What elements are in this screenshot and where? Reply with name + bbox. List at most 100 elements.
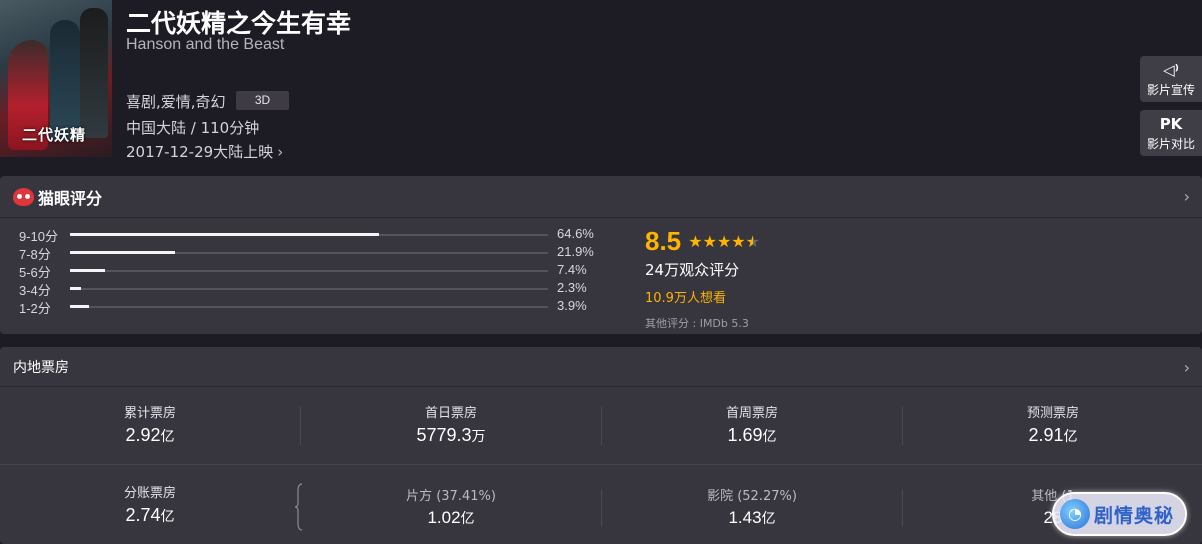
rating-bar-fill — [70, 251, 175, 254]
movie-genres: 喜剧,爱情,奇幻 — [126, 93, 226, 111]
box-office-header[interactable]: 内地票房 › — [0, 347, 1202, 387]
rating-row: 9-10分 64.6% — [19, 226, 619, 244]
rating-card-header[interactable]: 猫眼评分 › — [0, 176, 1202, 218]
stat-unit: 亿 — [160, 428, 175, 444]
movie-english-title: Hanson and the Beast — [126, 36, 285, 53]
watermark-badge: ◔ 剧情奥秘 — [1052, 492, 1187, 536]
score-value: 8.5 — [645, 226, 682, 256]
release-date-text: 2017-12-29大陆上映 — [126, 143, 274, 161]
stat-unit: 亿 — [460, 510, 475, 526]
rating-bar-fill — [70, 269, 106, 272]
stat-cinema-share: 影院 (52.27%) 1.43亿 — [602, 485, 902, 528]
half-star-icon: ★ — [745, 232, 760, 251]
score-summary: 8.5 ★★★★★ 24万观众评分 10.9万人想看 其他评分 : IMDb 5… — [645, 226, 760, 331]
compare-button-label: 影片对比 — [1146, 137, 1195, 151]
stat-unit: 亿 — [160, 508, 175, 524]
movie-poster[interactable]: 二代妖精 — [0, 0, 112, 157]
stat-number: 1.43 — [728, 508, 762, 527]
other-rating: 其他评分 : IMDb 5.3 — [645, 317, 749, 330]
rating-row: 3-4分 2.3% — [19, 280, 619, 298]
rating-bar-fill — [70, 305, 89, 308]
rating-bar-fill — [70, 233, 379, 236]
rating-row-label: 9-10分 — [19, 229, 59, 244]
stat-value: 1.69亿 — [602, 425, 902, 446]
rating-bar-track — [70, 233, 548, 236]
star-icon: ★★★★ — [688, 232, 746, 251]
stat-unit: 亿 — [761, 510, 776, 526]
stat-split-box-office: 分账票房 2.74亿 — [0, 482, 300, 526]
rating-row-percent: 3.9% — [557, 298, 587, 313]
speaker-icon: ◁⁾ — [1163, 61, 1179, 79]
stat-value: 1.02亿 — [301, 508, 601, 528]
stat-first-week: 首周票房 1.69亿 — [602, 402, 902, 446]
stat-producer-share: 片方 (37.41%) 1.02亿 — [301, 485, 601, 528]
star-rating: ★★★★★ — [688, 232, 760, 251]
stat-label: 首周票房 — [725, 406, 778, 421]
compare-button[interactable]: PK 影片对比 — [1140, 110, 1202, 156]
rating-bar-track — [70, 269, 548, 272]
stat-value: 1.43亿 — [602, 508, 902, 528]
watermark-logo-icon: ◔ — [1060, 499, 1090, 529]
rating-row-percent: 2.3% — [557, 280, 587, 295]
rating-bar-track — [70, 287, 548, 290]
box-office-card: 内地票房 › 累计票房 2.92亿 首日票房 5779.3万 首周票房 1.69… — [0, 347, 1202, 544]
want-to-see-count: 10.9万人想看 — [645, 291, 726, 306]
rating-row: 1-2分 3.9% — [19, 298, 619, 316]
stat-unit: 万 — [471, 428, 486, 444]
promo-button-label: 影片宣传 — [1146, 83, 1195, 97]
rating-bar-track — [70, 251, 548, 254]
stat-total-box-office: 累计票房 2.92亿 — [0, 402, 300, 446]
stat-label: 累计票房 — [123, 406, 176, 421]
rating-row-percent: 64.6% — [557, 226, 594, 241]
stat-forecast: 预测票房 2.91亿 — [903, 402, 1202, 446]
rating-row: 7-8分 21.9% — [19, 244, 619, 262]
movie-region-duration: 中国大陆 / 110分钟 — [126, 119, 260, 137]
rating-row: 5-6分 7.4% — [19, 262, 619, 280]
poster-title-text: 二代妖精 — [22, 126, 87, 144]
chevron-right-icon: › — [1183, 358, 1190, 377]
stat-number: 1.02 — [427, 508, 461, 527]
poster-figure-man — [50, 20, 80, 140]
movie-release-link[interactable]: 2017-12-29大陆上映 › — [126, 141, 283, 162]
stat-value: 2.74亿 — [0, 505, 300, 526]
row-divider — [0, 464, 1202, 465]
stat-value: 2.91亿 — [903, 425, 1202, 446]
stat-value: 2.92亿 — [0, 425, 300, 446]
stat-unit: 亿 — [1063, 428, 1078, 444]
rating-row-label: 1-2分 — [19, 301, 51, 316]
stat-number: 2.74 — [125, 505, 161, 525]
stat-value: 5779.3万 — [301, 425, 601, 446]
rating-bar-track — [70, 305, 548, 308]
box-office-title: 内地票房 — [13, 359, 69, 376]
watermark-text: 剧情奥秘 — [1094, 504, 1175, 527]
format-badge-3d: 3D — [236, 91, 289, 110]
stat-label: 分账票房 — [123, 486, 176, 501]
stat-label: 预测票房 — [1026, 406, 1079, 421]
rating-row-percent: 21.9% — [557, 244, 594, 259]
pk-icon: PK — [1159, 115, 1183, 133]
rating-bar-fill — [70, 287, 81, 290]
stat-number: 2.92 — [125, 425, 161, 445]
rating-card-title: 猫眼评分 — [38, 188, 103, 208]
maoyan-cat-icon — [13, 187, 34, 206]
chevron-right-icon: › — [277, 143, 284, 161]
stat-number: 1.69 — [727, 425, 763, 445]
rating-distribution: 9-10分 64.6% 7-8分 21.9% 5-6分 7.4% 3-4分 2.… — [19, 226, 619, 316]
stat-label: 片方 (37.41%) — [406, 489, 496, 504]
rating-row-label: 7-8分 — [19, 247, 51, 262]
rating-row-label: 3-4分 — [19, 283, 51, 298]
voter-count: 24万观众评分 — [645, 261, 740, 279]
stat-number: 2.91 — [1028, 425, 1064, 445]
rating-row-percent: 7.4% — [557, 262, 587, 277]
rating-card: 猫眼评分 › 9-10分 64.6% 7-8分 21.9% 5-6分 7.4% … — [0, 176, 1202, 334]
stat-label: 首日票房 — [424, 406, 477, 421]
promo-button[interactable]: ◁⁾ 影片宣传 — [1140, 56, 1202, 102]
stat-number: 5779.3 — [416, 425, 472, 445]
chevron-right-icon: › — [1183, 187, 1190, 206]
stat-first-day: 首日票房 5779.3万 — [301, 402, 601, 446]
poster-figure-man-dark — [80, 8, 108, 138]
rating-row-label: 5-6分 — [19, 265, 51, 280]
stat-label: 影院 (52.27%) — [707, 489, 797, 504]
movie-title: 二代妖精之今生有幸 — [126, 9, 352, 38]
stat-unit: 亿 — [762, 428, 777, 444]
